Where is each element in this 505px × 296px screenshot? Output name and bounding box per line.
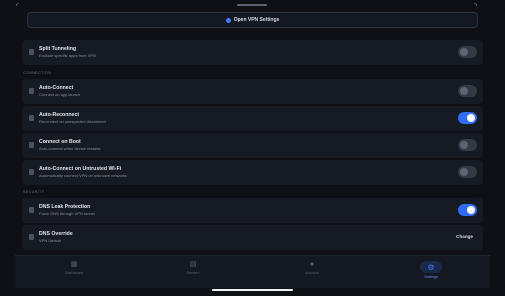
row-connect-on-boot: Connect on Boot Auto-connect when device… <box>22 133 483 158</box>
row-description: Automatically connect VPN on unknown net… <box>39 173 128 178</box>
nav-dashboard[interactable]: ▦ Dashboard <box>44 261 104 275</box>
power-icon <box>29 88 34 94</box>
auto-reconnect-toggle[interactable] <box>458 112 477 124</box>
row-description: Exclude specific apps from VPN <box>39 53 96 58</box>
connect-on-boot-toggle[interactable] <box>458 139 477 151</box>
row-auto-reconnect: Auto-Reconnect Reconnect on unexpected d… <box>22 106 483 131</box>
section-header-connection: CONNECTION <box>23 71 52 75</box>
row-title: Auto-Connect <box>39 85 74 91</box>
boot-icon <box>29 142 34 148</box>
home-indicator[interactable] <box>212 289 293 291</box>
row-title: Auto-Reconnect <box>39 112 80 118</box>
gear-icon: ⚙ <box>420 261 442 273</box>
auto-connect-toggle[interactable] <box>458 85 477 97</box>
shield-icon <box>225 17 231 23</box>
toggle-knob <box>460 87 468 95</box>
server-icon: ▤ <box>189 261 197 268</box>
row-dns-override: DNS Override VPN Default Change <box>22 225 483 250</box>
dns-override-change-button[interactable]: Change <box>456 234 473 239</box>
toggle-knob <box>460 48 468 56</box>
row-description: VPN Default <box>39 238 62 243</box>
shield-icon <box>29 207 34 213</box>
nav-label: Servers <box>186 271 200 275</box>
wifi-icon <box>29 169 34 175</box>
grid-icon: ▦ <box>70 261 78 268</box>
toggle-knob <box>460 168 468 176</box>
dns-leak-protection-toggle[interactable] <box>458 204 477 216</box>
refresh-icon <box>29 115 34 121</box>
auto-connect-untrusted-wifi-toggle[interactable] <box>458 166 477 178</box>
nav-account[interactable]: ● Account <box>282 261 342 275</box>
row-description: Reconnect on unexpected disconnect <box>39 119 106 124</box>
toggle-knob <box>467 206 475 214</box>
row-title: DNS Override <box>39 231 73 237</box>
bottom-navigation: ▦ Dashboard ▤ Servers ● Account ⚙ Settin… <box>15 255 490 288</box>
row-title: Auto-Connect on Untrusted Wi-Fi <box>39 166 122 172</box>
window-corner-right-icon: ◝ <box>474 1 478 10</box>
row-description: Auto-connect when device restarts <box>39 146 101 151</box>
nav-settings[interactable]: ⚙ Settings <box>401 261 461 279</box>
section-header-security: SECURITY <box>23 190 45 194</box>
open-vpn-settings-label: Open VPN Settings <box>233 17 280 23</box>
toggle-knob <box>460 141 468 149</box>
row-description: Force DNS through VPN tunnel <box>39 211 95 216</box>
window-corner-left-icon: ◜ <box>16 1 20 10</box>
person-icon: ● <box>309 261 315 268</box>
top-drag-handle[interactable] <box>237 4 267 6</box>
row-split-tunneling: Split Tunneling Exclude specific apps fr… <box>22 40 483 65</box>
row-dns-leak-protection: DNS Leak Protection Force DNS through VP… <box>22 198 483 223</box>
toggle-knob <box>467 114 475 122</box>
row-auto-connect-untrusted-wifi: Auto-Connect on Untrusted Wi-Fi Automati… <box>22 160 483 185</box>
row-title: DNS Leak Protection <box>39 204 91 210</box>
nav-servers[interactable]: ▤ Servers <box>163 261 223 275</box>
split-icon <box>29 49 34 55</box>
nav-label: Dashboard <box>64 271 84 275</box>
split-tunneling-toggle[interactable] <box>458 46 477 58</box>
open-vpn-settings-button[interactable]: Open VPN Settings <box>27 12 478 28</box>
row-title: Connect on Boot <box>39 139 81 145</box>
nav-label: Account <box>305 271 319 275</box>
dns-icon <box>29 234 34 240</box>
nav-label: Settings <box>424 275 438 279</box>
row-title: Split Tunneling <box>39 46 77 52</box>
row-auto-connect: Auto-Connect Connect on app launch <box>22 79 483 104</box>
row-description: Connect on app launch <box>39 92 81 97</box>
app-frame: ◜ ◝ Open VPN Settings Split Tunneling Ex… <box>0 0 505 296</box>
